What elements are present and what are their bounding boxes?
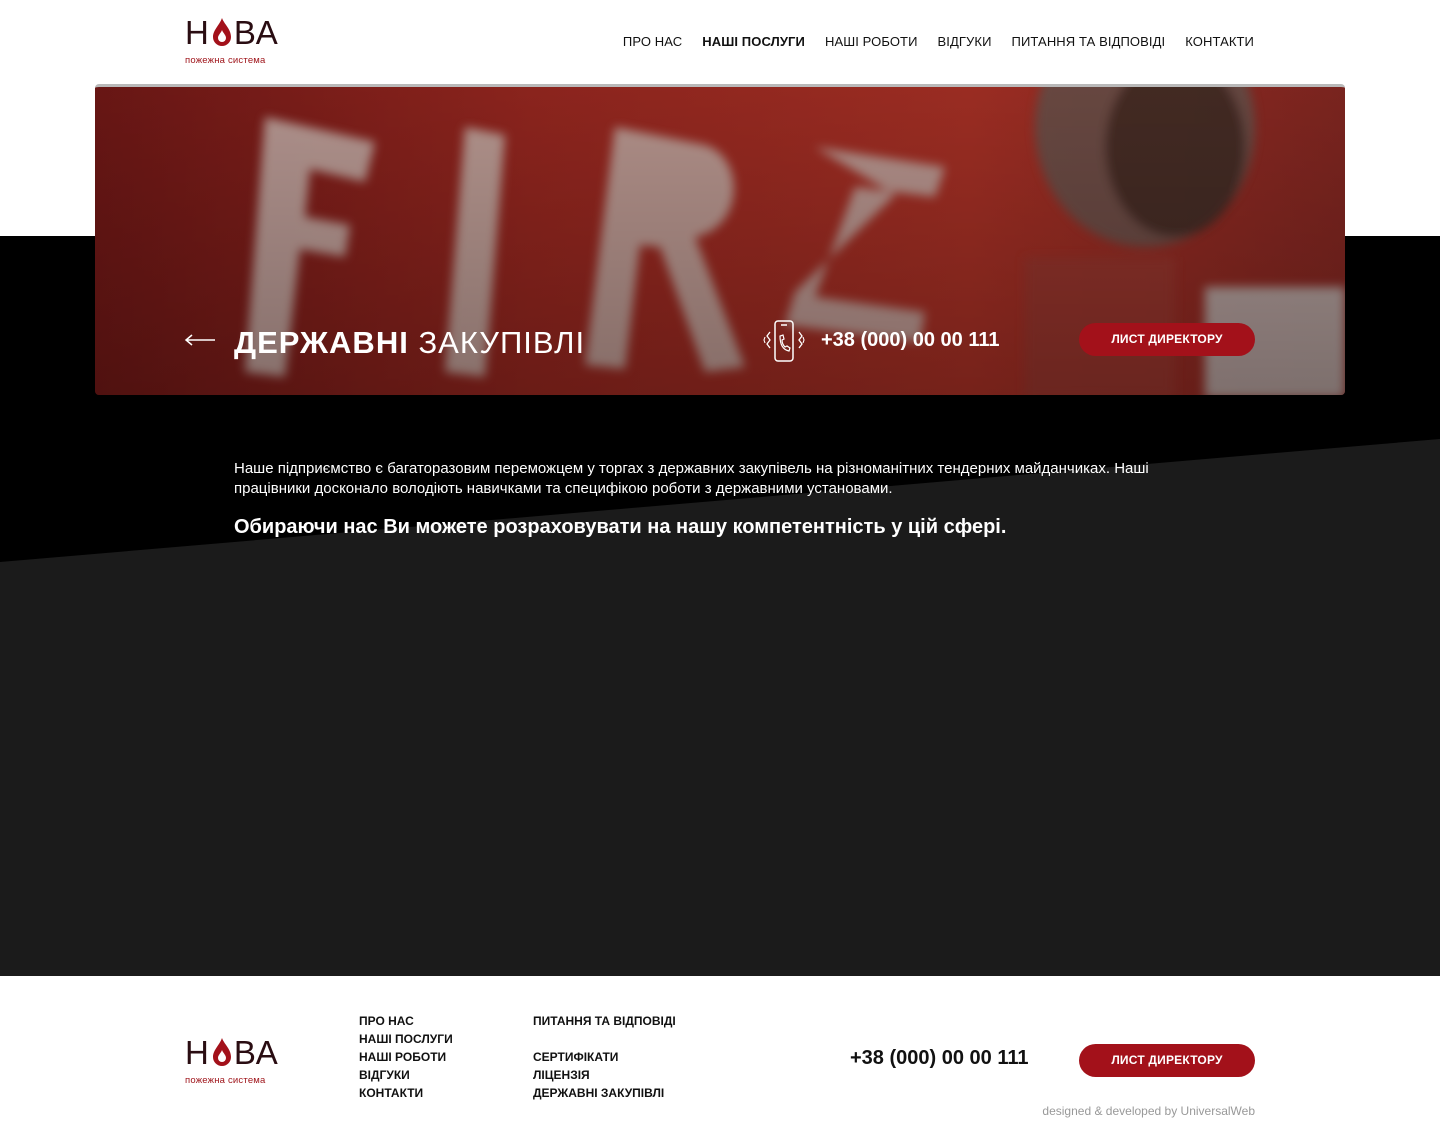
hero-title-bold: ДЕРЖАВНІ [234,325,409,360]
content-paragraph: Наше підприємство є багаторазовим перемо… [234,460,1149,497]
hero-phone-number[interactable]: +38 (000) 00 00 111 [821,329,1000,352]
footer-nav-col-1: ПРО НАС НАШІ ПОСЛУГИ НАШІ РОБОТИ ВІДГУКИ… [359,1012,453,1102]
main-nav: ПРО НАС НАШІ ПОСЛУГИ НАШІ РОБОТИ ВІДГУКИ… [603,34,1254,49]
nav-item-about[interactable]: ПРО НАС [623,34,682,49]
footer-link-license[interactable]: ЛІЦЕНЗІЯ [533,1066,676,1084]
content-highlight: Обираючи нас Ви можете розраховувати на … [234,516,1007,538]
hero-title: ДЕРЖАВНІ ЗАКУПІВЛІ [234,325,585,361]
logo[interactable]: Н ВА пожежна система [185,14,280,66]
footer-link-about[interactable]: ПРО НАС [359,1012,453,1030]
footer-link-contacts[interactable]: КОНТАКТИ [359,1084,453,1102]
site-footer: Н ВА пожежна система ПРО НАС НАШІ ПОСЛУГИ… [0,976,1440,1129]
footer-logo-letter-right: ВА [233,1034,279,1071]
hero-banner: ДЕРЖАВНІ ЗАКУПІВЛІ +38 (000) 00 00 111 Л… [95,84,1345,395]
vibrating-phone-icon [763,320,805,362]
nav-item-works[interactable]: НАШІ РОБОТИ [825,34,918,49]
page: Н ВА пожежна система ПРО НАС НАШІ ПОСЛУГИ… [0,0,1440,1129]
footer-logo[interactable]: Н ВА пожежна система [185,1034,280,1086]
logo-letter-right: ВА [233,14,279,51]
logo-wordmark: Н ВА [185,14,279,52]
flame-drop-icon [212,1038,231,1066]
footer-link-faq[interactable]: ПИТАННЯ ТА ВІДПОВІДІ [533,1012,676,1030]
nav-item-reviews[interactable]: ВІДГУКИ [938,34,992,49]
footer-link-works[interactable]: НАШІ РОБОТИ [359,1048,453,1066]
nav-item-services[interactable]: НАШІ ПОСЛУГИ [702,34,805,49]
footer-logo-subtitle: пожежна система [185,1075,266,1086]
nav-item-faq[interactable]: ПИТАННЯ ТА ВІДПОВІДІ [1012,34,1166,49]
footer-nav-col-2: ПИТАННЯ ТА ВІДПОВІДІ СЕРТИФІКАТИ ЛІЦЕНЗІ… [533,1012,676,1102]
footer-link-public-procurement[interactable]: ДЕРЖАВНІ ЗАКУПІВЛІ [533,1084,676,1102]
nav-item-contacts[interactable]: КОНТАКТИ [1185,34,1254,49]
footer-logo-letter-left: Н [185,1034,210,1071]
footer-spacer [533,1030,676,1048]
footer-link-services[interactable]: НАШІ ПОСЛУГИ [359,1030,453,1048]
footer-director-letter-button[interactable]: ЛИСТ ДИРЕКТОРУ [1079,1044,1255,1077]
footer-logo-wordmark: Н ВА [185,1034,279,1072]
logo-subtitle: пожежна система [185,55,266,66]
footer-link-reviews[interactable]: ВІДГУКИ [359,1066,453,1084]
developer-credit[interactable]: designed & developed by UniversalWeb [1042,1104,1255,1118]
flame-drop-icon [212,18,231,46]
logo-letter-left: Н [185,14,210,51]
arrow-left-icon[interactable] [184,333,216,347]
director-letter-button[interactable]: ЛИСТ ДИРЕКТОРУ [1079,323,1255,356]
site-header: Н ВА пожежна система ПРО НАС НАШІ ПОСЛУГИ… [0,0,1440,84]
footer-phone-number[interactable]: +38 (000) 00 00 111 [850,1047,1029,1070]
footer-link-certificates[interactable]: СЕРТИФІКАТИ [533,1048,676,1066]
hero-title-light: ЗАКУПІВЛІ [418,325,586,360]
